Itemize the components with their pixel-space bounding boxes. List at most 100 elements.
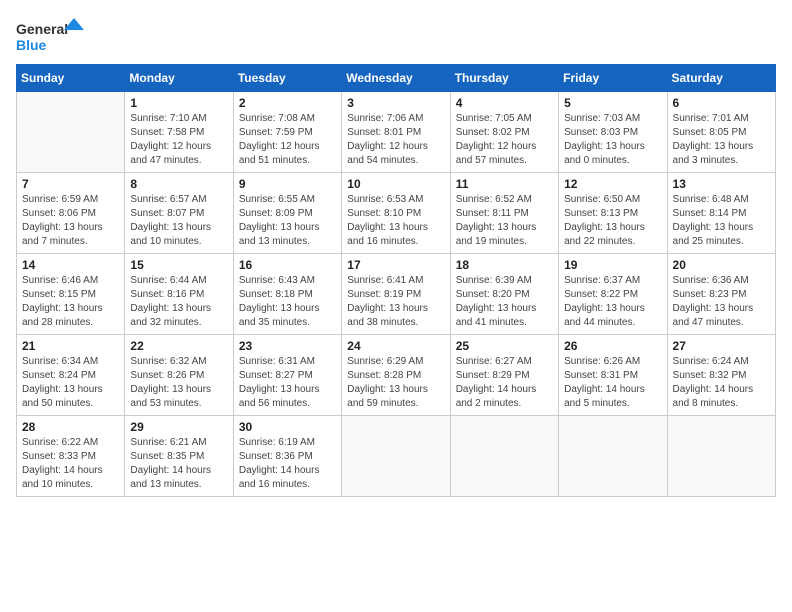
day-info: Sunrise: 6:59 AMSunset: 8:06 PMDaylight:… [22,193,119,249]
calendar-cell: 28 Sunrise: 6:22 AMSunset: 8:33 PMDayligh… [17,416,125,497]
day-number: 25 [456,339,553,353]
day-number: 30 [239,420,336,434]
calendar-cell [667,416,775,497]
day-info: Sunrise: 6:31 AMSunset: 8:27 PMDaylight:… [239,355,336,411]
day-number: 19 [564,258,661,272]
day-number: 21 [22,339,119,353]
week-row-1: 7 Sunrise: 6:59 AMSunset: 8:06 PMDaylight… [17,173,776,254]
day-info: Sunrise: 6:21 AMSunset: 8:35 PMDaylight:… [130,436,227,492]
day-number: 10 [347,177,444,191]
day-number: 8 [130,177,227,191]
day-info: Sunrise: 6:50 AMSunset: 8:13 PMDaylight:… [564,193,661,249]
calendar-cell: 5Sunrise: 7:03 AMSunset: 8:03 PMDaylight… [559,92,667,173]
calendar-cell [17,92,125,173]
day-number: 15 [130,258,227,272]
week-row-2: 14Sunrise: 6:46 AMSunset: 8:15 PMDayligh… [17,254,776,335]
day-info: Sunrise: 6:39 AMSunset: 8:20 PMDaylight:… [456,274,553,330]
calendar-cell: 20 Sunrise: 6:36 AMSunset: 8:23 PMDayligh… [667,254,775,335]
calendar-cell: 19 Sunrise: 6:37 AMSunset: 8:22 PMDayligh… [559,254,667,335]
calendar-cell: 12 Sunrise: 6:50 AMSunset: 8:13 PMDayligh… [559,173,667,254]
calendar-cell: 13 Sunrise: 6:48 AMSunset: 8:14 PMDayligh… [667,173,775,254]
day-number: 11 [456,177,553,191]
calendar-cell: 27 Sunrise: 6:24 AMSunset: 8:32 PMDayligh… [667,335,775,416]
calendar-cell: 1 Sunrise: 7:10 AMSunset: 7:58 PMDaylight… [125,92,233,173]
calendar-cell: 18 Sunrise: 6:39 AMSunset: 8:20 PMDayligh… [450,254,558,335]
calendar-cell: 22 Sunrise: 6:32 AMSunset: 8:26 PMDayligh… [125,335,233,416]
calendar-cell: 30 Sunrise: 6:19 AMSunset: 8:36 PMDayligh… [233,416,341,497]
weekday-header-tuesday: Tuesday [233,65,341,92]
calendar-cell: 4 Sunrise: 7:05 AMSunset: 8:02 PMDaylight… [450,92,558,173]
day-number: 13 [673,177,770,191]
calendar-cell: 21 Sunrise: 6:34 AMSunset: 8:24 PMDayligh… [17,335,125,416]
calendar-cell [559,416,667,497]
day-number: 24 [347,339,444,353]
day-info: Sunrise: 6:41 AMSunset: 8:19 PMDaylight:… [347,274,444,330]
day-info: Sunrise: 6:37 AMSunset: 8:22 PMDaylight:… [564,274,661,330]
day-info: Sunrise: 6:26 AMSunset: 8:31 PMDaylight:… [564,355,661,411]
day-info: Sunrise: 6:55 AMSunset: 8:09 PMDaylight:… [239,193,336,249]
calendar-cell [342,416,450,497]
day-number: 3 [347,96,444,110]
calendar-cell: 11 Sunrise: 6:52 AMSunset: 8:11 PMDayligh… [450,173,558,254]
calendar-cell: 16Sunrise: 6:43 AMSunset: 8:18 PMDayligh… [233,254,341,335]
day-info: Sunrise: 6:22 AMSunset: 8:33 PMDaylight:… [22,436,119,492]
svg-text:Blue: Blue [16,37,47,53]
calendar-cell: 23Sunrise: 6:31 AMSunset: 8:27 PMDayligh… [233,335,341,416]
week-row-0: 1 Sunrise: 7:10 AMSunset: 7:58 PMDaylight… [17,92,776,173]
day-info: Sunrise: 7:05 AMSunset: 8:02 PMDaylight:… [456,112,553,168]
day-info: Sunrise: 7:03 AMSunset: 8:03 PMDaylight:… [564,112,661,168]
day-number: 7 [22,177,119,191]
day-info: Sunrise: 6:48 AMSunset: 8:14 PMDaylight:… [673,193,770,249]
calendar-cell: 26 Sunrise: 6:26 AMSunset: 8:31 PMDayligh… [559,335,667,416]
calendar-cell: 7 Sunrise: 6:59 AMSunset: 8:06 PMDaylight… [17,173,125,254]
day-info: Sunrise: 6:24 AMSunset: 8:32 PMDaylight:… [673,355,770,411]
day-info: Sunrise: 6:53 AMSunset: 8:10 PMDaylight:… [347,193,444,249]
day-info: Sunrise: 7:06 AMSunset: 8:01 PMDaylight:… [347,112,444,168]
day-info: Sunrise: 6:34 AMSunset: 8:24 PMDaylight:… [22,355,119,411]
weekday-header-thursday: Thursday [450,65,558,92]
day-info: Sunrise: 6:36 AMSunset: 8:23 PMDaylight:… [673,274,770,330]
day-number: 4 [456,96,553,110]
day-number: 20 [673,258,770,272]
weekday-header-saturday: Saturday [667,65,775,92]
calendar-cell: 8 Sunrise: 6:57 AMSunset: 8:07 PMDaylight… [125,173,233,254]
calendar-cell: 14Sunrise: 6:46 AMSunset: 8:15 PMDayligh… [17,254,125,335]
weekday-header-friday: Friday [559,65,667,92]
calendar-cell: 9Sunrise: 6:55 AMSunset: 8:09 PMDaylight… [233,173,341,254]
day-number: 22 [130,339,227,353]
day-info: Sunrise: 6:57 AMSunset: 8:07 PMDaylight:… [130,193,227,249]
weekday-header-wednesday: Wednesday [342,65,450,92]
calendar-cell: 25 Sunrise: 6:27 AMSunset: 8:29 PMDayligh… [450,335,558,416]
calendar-cell: 15 Sunrise: 6:44 AMSunset: 8:16 PMDayligh… [125,254,233,335]
day-number: 18 [456,258,553,272]
calendar-cell: 2 Sunrise: 7:08 AMSunset: 7:59 PMDaylight… [233,92,341,173]
day-number: 14 [22,258,119,272]
day-number: 26 [564,339,661,353]
day-info: Sunrise: 7:08 AMSunset: 7:59 PMDaylight:… [239,112,336,168]
weekday-header-row: SundayMondayTuesdayWednesdayThursdayFrid… [17,65,776,92]
day-number: 29 [130,420,227,434]
day-info: Sunrise: 6:27 AMSunset: 8:29 PMDaylight:… [456,355,553,411]
day-number: 28 [22,420,119,434]
day-number: 27 [673,339,770,353]
day-info: Sunrise: 6:32 AMSunset: 8:26 PMDaylight:… [130,355,227,411]
logo: General Blue [16,16,86,56]
day-number: 16 [239,258,336,272]
calendar-cell [450,416,558,497]
calendar-cell: 29 Sunrise: 6:21 AMSunset: 8:35 PMDayligh… [125,416,233,497]
header: General Blue [16,16,776,56]
day-info: Sunrise: 6:19 AMSunset: 8:36 PMDaylight:… [239,436,336,492]
day-number: 2 [239,96,336,110]
day-info: Sunrise: 7:01 AMSunset: 8:05 PMDaylight:… [673,112,770,168]
day-info: Sunrise: 6:29 AMSunset: 8:28 PMDaylight:… [347,355,444,411]
day-number: 1 [130,96,227,110]
weekday-header-monday: Monday [125,65,233,92]
calendar-table: SundayMondayTuesdayWednesdayThursdayFrid… [16,64,776,497]
day-info: Sunrise: 6:44 AMSunset: 8:16 PMDaylight:… [130,274,227,330]
day-info: Sunrise: 6:52 AMSunset: 8:11 PMDaylight:… [456,193,553,249]
week-row-4: 28 Sunrise: 6:22 AMSunset: 8:33 PMDayligh… [17,416,776,497]
day-info: Sunrise: 7:10 AMSunset: 7:58 PMDaylight:… [130,112,227,168]
calendar-cell: 17Sunrise: 6:41 AMSunset: 8:19 PMDayligh… [342,254,450,335]
day-number: 12 [564,177,661,191]
weekday-header-sunday: Sunday [17,65,125,92]
